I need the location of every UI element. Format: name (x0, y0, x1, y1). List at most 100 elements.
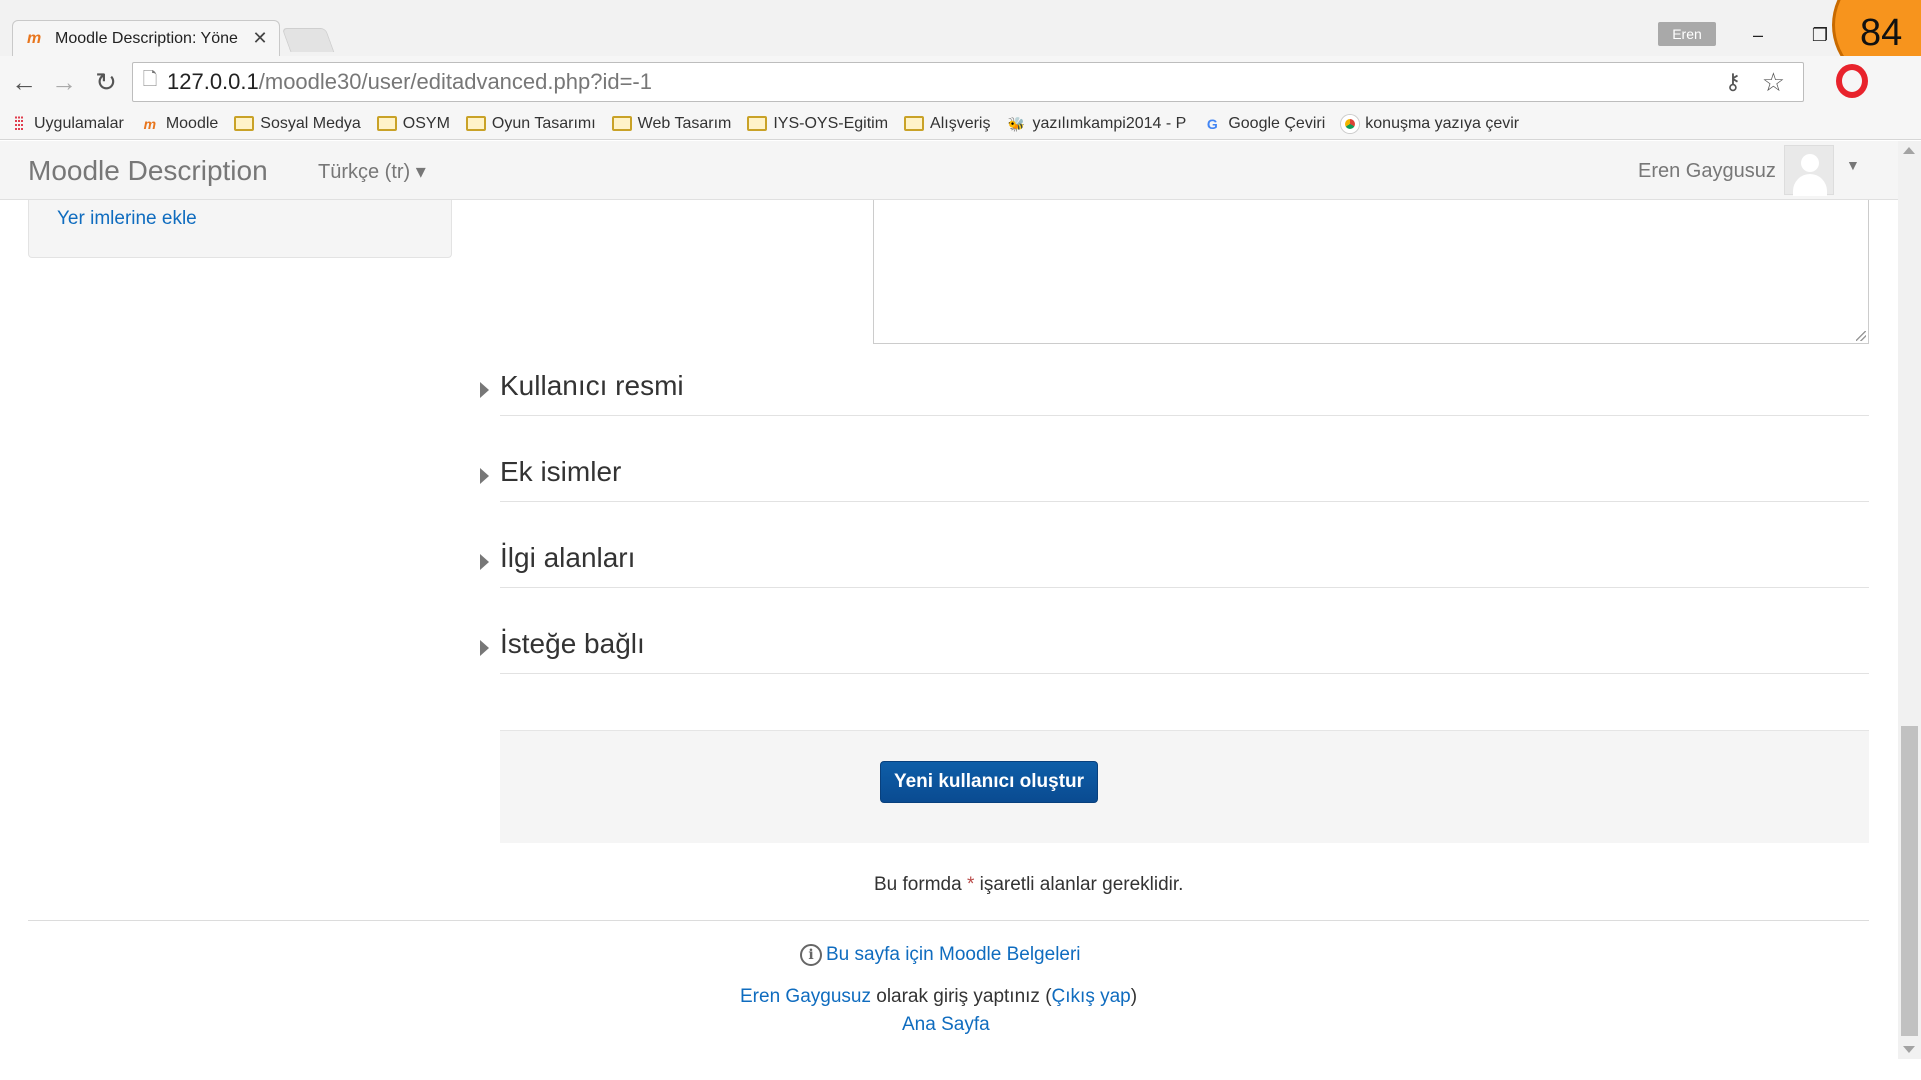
bookmark-konusma[interactable]: konuşma yazıya çevir (1341, 114, 1520, 133)
folder-icon (376, 116, 397, 131)
required-star: * (966, 874, 975, 895)
bee-icon: 🐝 (1007, 115, 1026, 132)
section-title: İsteğe bağlı (500, 628, 645, 659)
docs-link-text: Bu sayfa için Moodle Belgeleri (826, 944, 1081, 965)
bookmark-apps[interactable]: ⁞⁞⁞ Uygulamalar (8, 113, 124, 134)
section-divider (500, 501, 1869, 502)
home-link[interactable]: Ana Sayfa (902, 1014, 990, 1036)
bookmark-folder-sosyal-medya[interactable]: Sosyal Medya (234, 115, 361, 133)
login-info: Eren Gaygusuz olarak giriş yaptınız (Çık… (740, 986, 1137, 1008)
user-menu-name[interactable]: Eren Gaygusuz (1638, 160, 1776, 183)
navigation-block: Yer imlerine ekle (28, 200, 452, 258)
key-icon[interactable]: ⚷ (1725, 69, 1741, 95)
section-divider (500, 673, 1869, 674)
required-note-suffix: işaretli alanlar gereklidir. (979, 874, 1184, 895)
browser-toolbar: ← → ↻ 🗋 127.0.0.1 /moodle30/user/editadv… (0, 56, 1921, 108)
section-divider (500, 415, 1869, 416)
url-host: 127.0.0.1 (167, 69, 259, 94)
tab-close-icon[interactable]: ✕ (251, 28, 269, 49)
bookmark-label: Alışveriş (930, 114, 991, 132)
caret-right-icon (480, 468, 489, 484)
bookmark-moodle[interactable]: m Moodle (140, 114, 219, 133)
bookmark-label: Oyun Tasarımı (491, 114, 596, 132)
description-textarea[interactable] (873, 200, 1869, 344)
bookmark-google-ceviri[interactable]: G Google Çeviri (1202, 115, 1325, 133)
bookmark-folder-osym[interactable]: OSYM (376, 114, 450, 133)
bookmark-folder-web-tasarim[interactable]: Web Tasarım (611, 114, 732, 133)
add-bookmark-link[interactable]: Yer imlerine ekle (57, 208, 197, 230)
star-icon[interactable]: ☆ (1762, 67, 1785, 98)
minimize-button[interactable]: – (1738, 22, 1778, 48)
folder-icon (611, 116, 632, 131)
section-title: Kullanıcı resmi (500, 370, 684, 401)
section-additional-names[interactable]: Ek isimler (478, 448, 1869, 508)
section-interests[interactable]: İlgi alanları (478, 534, 1869, 594)
slide-number: 84 (1860, 12, 1903, 54)
section-user-picture[interactable]: Kullanıcı resmi (478, 362, 1869, 422)
new-tab-button[interactable] (281, 28, 335, 52)
required-fields-note: Bu formda * işaretli alanlar gereklidir. (874, 874, 1183, 896)
bookmark-label: Sosyal Medya (260, 114, 361, 132)
moodle-navbar: Moodle Description Türkçe (tr) ▾ Eren Ga… (0, 141, 1898, 200)
section-title: Ek isimler (500, 456, 622, 487)
reload-icon[interactable]: ↻ (90, 66, 122, 98)
bookmark-label: Web Tasarım (637, 114, 732, 132)
chrome-icon (1341, 114, 1360, 133)
folder-icon (234, 116, 255, 131)
avatar-head (1801, 154, 1819, 172)
scroll-down-arrow-icon[interactable] (1903, 1046, 1915, 1053)
form-actions: Yeni kullanıcı oluştur (500, 730, 1869, 843)
bookmark-folder-iys[interactable]: IYS-OYS-Egitim (747, 115, 888, 133)
bookmark-label: Moodle (165, 114, 219, 132)
bookmarks-bar: ⁞⁞⁞ Uygulamalar m Moodle Sosyal Medya OS… (0, 108, 1921, 140)
info-icon: i (800, 944, 822, 966)
opera-extension-icon[interactable] (1836, 64, 1868, 98)
back-arrow-icon[interactable]: ← (8, 66, 40, 98)
folder-icon (747, 116, 768, 131)
bookmark-yazilimkampi[interactable]: 🐝 yazılımkampi2014 - P (1006, 114, 1187, 133)
browser-tab[interactable]: m Moodle Description: Yöne ✕ (12, 20, 280, 56)
avatar[interactable] (1784, 145, 1834, 196)
scroll-thumb[interactable] (1901, 726, 1918, 1036)
resize-handle-icon[interactable] (1856, 331, 1866, 341)
apps-icon: ⁞⁞⁞ (13, 113, 24, 134)
browser-titlebar: m Moodle Description: Yöne ✕ Eren – ❐ 84 (0, 0, 1921, 90)
bookmark-label: yazılımkampi2014 - P (1032, 114, 1187, 132)
section-divider (500, 587, 1869, 588)
page-icon: 🗋 (142, 69, 158, 89)
footer-divider (28, 920, 1869, 921)
tab-title: Moodle Description: Yöne (55, 29, 238, 47)
folder-icon (904, 116, 925, 131)
moodle-icon: m (143, 115, 157, 132)
create-user-button[interactable]: Yeni kullanıcı oluştur (880, 761, 1098, 803)
page-scrollbar[interactable] (1898, 141, 1921, 1059)
language-menu[interactable]: Türkçe (tr) ▾ (318, 159, 426, 184)
address-bar[interactable]: 🗋 127.0.0.1 /moodle30/user/editadvanced.… (132, 62, 1804, 102)
site-brand[interactable]: Moodle Description (28, 155, 268, 187)
moodle-docs-link[interactable]: i Bu sayfa için Moodle Belgeleri (800, 944, 1081, 966)
scroll-up-arrow-icon[interactable] (1903, 147, 1915, 154)
bookmark-folder-oyun-tasarimi[interactable]: Oyun Tasarımı (465, 114, 596, 133)
logged-close-paren: ) (1130, 986, 1138, 1007)
avatar-body (1793, 174, 1827, 196)
bookmark-label: Uygulamalar (34, 114, 124, 132)
bookmark-label: konuşma yazıya çevir (1365, 114, 1520, 132)
caret-right-icon (480, 640, 489, 656)
bookmark-folder-alisveris[interactable]: Alışveriş (904, 115, 990, 133)
forward-arrow-icon[interactable]: → (48, 66, 80, 98)
url-path: /moodle30/user/editadvanced.php?id=-1 (258, 69, 652, 94)
logout-link[interactable]: Çıkış yap (1052, 986, 1131, 1007)
google-translate-icon: G (1206, 115, 1218, 132)
caret-right-icon (480, 382, 489, 398)
bookmark-label: Google Çeviri (1228, 114, 1326, 132)
caret-right-icon (480, 554, 489, 570)
profile-badge[interactable]: Eren (1658, 22, 1716, 46)
caret-down-icon[interactable]: ▼ (1846, 157, 1860, 173)
folder-icon (465, 116, 486, 131)
bookmark-label: OSYM (402, 114, 450, 132)
section-optional[interactable]: İsteğe bağlı (478, 620, 1869, 680)
moodle-favicon-icon: m (27, 29, 42, 47)
logged-in-text: olarak giriş yaptınız ( (876, 986, 1052, 1007)
logged-user-link[interactable]: Eren Gaygusuz (740, 986, 871, 1007)
required-note-prefix: Bu formda (874, 874, 962, 895)
